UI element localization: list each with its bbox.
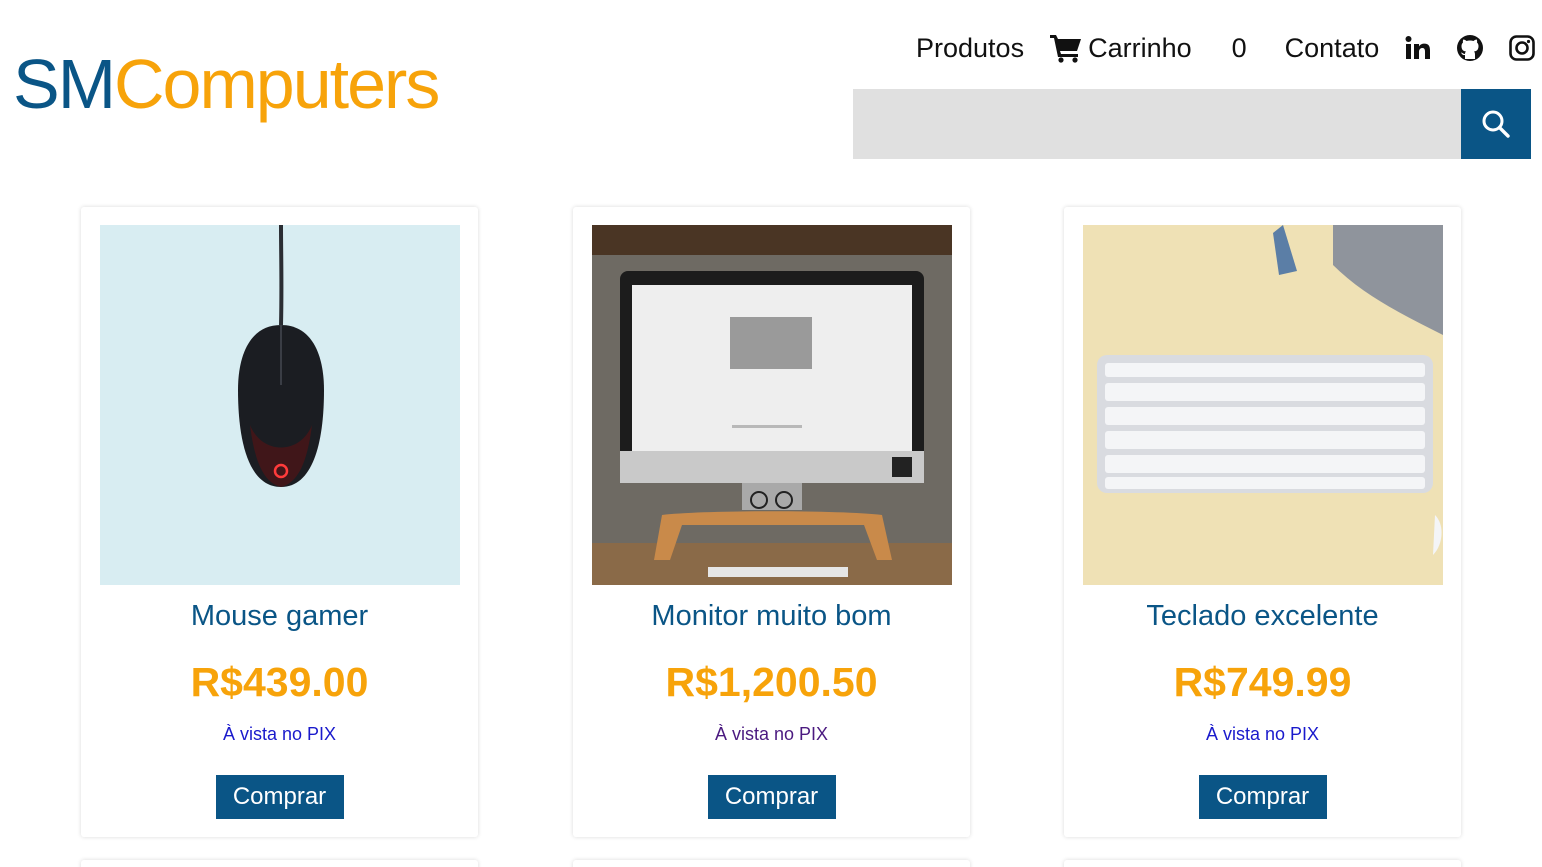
product-image-keyboard[interactable] [1083, 225, 1443, 585]
product-price: R$1,200.50 [665, 659, 878, 705]
instagram-icon [1509, 35, 1536, 61]
search-input[interactable] [853, 89, 1461, 159]
linkedin-link[interactable] [1403, 33, 1433, 63]
search-icon [1482, 110, 1510, 138]
product-image-mouse[interactable] [100, 225, 460, 585]
product-price: R$749.99 [1173, 659, 1352, 705]
linkedin-icon [1405, 36, 1431, 59]
product-card: Teclado excelente R$749.99 À vista no PI… [1064, 207, 1461, 837]
product-name: Teclado excelente [1146, 600, 1379, 632]
product-card: Mouse gamer R$439.00 À vista no PIX Comp… [81, 207, 478, 837]
social-links [1403, 33, 1537, 63]
product-image-monitor[interactable] [592, 225, 952, 585]
logo-part-computers: Computers [114, 45, 440, 123]
product-card-next-row [573, 860, 970, 867]
site-logo[interactable]: SMComputers [13, 44, 440, 124]
buy-button[interactable]: Comprar [1198, 775, 1327, 819]
cart-count: 0 [1231, 32, 1247, 63]
mouse-image [100, 225, 460, 585]
logo-part-sm: SM [13, 45, 116, 123]
payment-note-link[interactable]: À vista no PIX [1064, 724, 1461, 745]
github-link[interactable] [1455, 33, 1485, 63]
product-price: R$439.00 [190, 659, 369, 705]
shopping-cart-icon [1050, 35, 1082, 63]
product-card: Monitor muito bom R$1,200.50 À vista no … [573, 207, 970, 837]
top-nav: Produtos Carrinho 0 Contato [916, 28, 1537, 68]
nav-cart-link[interactable]: Carrinho [1050, 33, 1192, 64]
nav-contato-link[interactable]: Contato [1285, 33, 1380, 64]
search-bar [853, 89, 1531, 159]
github-icon [1457, 35, 1484, 61]
product-card-next-row [81, 860, 478, 867]
buy-button[interactable]: Comprar [215, 775, 344, 819]
product-name: Mouse gamer [190, 600, 369, 632]
buy-button[interactable]: Comprar [707, 775, 836, 819]
search-button[interactable] [1461, 89, 1531, 159]
monitor-image [592, 225, 952, 585]
instagram-link[interactable] [1507, 33, 1537, 63]
product-name: Monitor muito bom [651, 600, 892, 632]
product-card-next-row [1064, 860, 1461, 867]
keyboard-image [1083, 225, 1443, 585]
payment-note-link[interactable]: À vista no PIX [81, 724, 478, 745]
nav-cart-label: Carrinho [1088, 32, 1192, 63]
nav-produtos-link[interactable]: Produtos [916, 33, 1024, 64]
payment-note-link[interactable]: À vista no PIX [573, 724, 970, 745]
